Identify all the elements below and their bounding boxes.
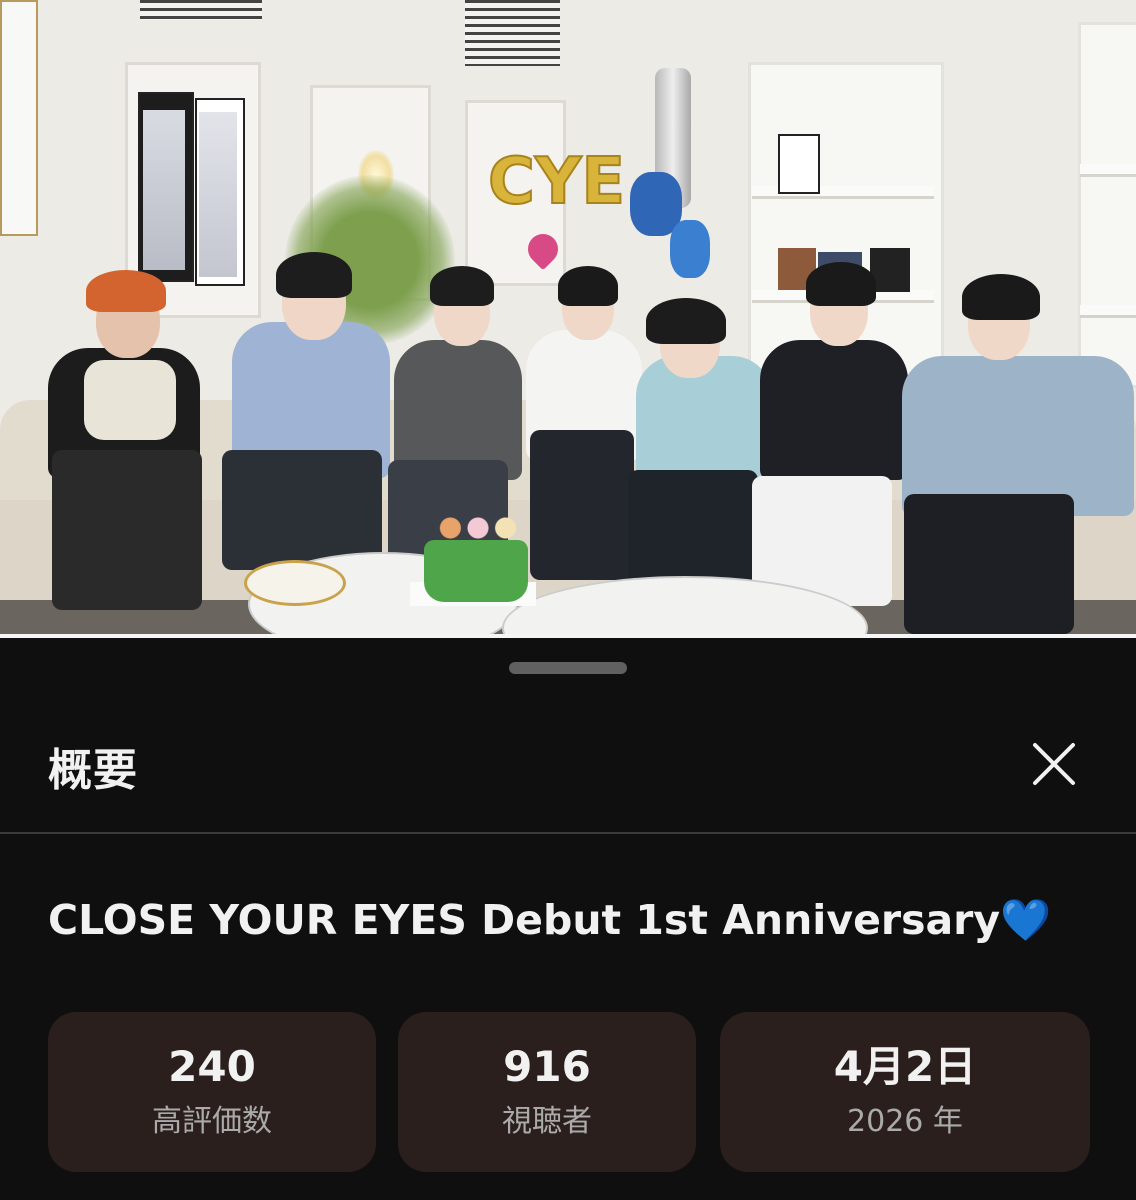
viewers-label: 視聴者: [502, 1104, 592, 1140]
plate: [244, 560, 346, 606]
close-button[interactable]: [1018, 728, 1090, 800]
description-panel: 概要 CLOSE YOUR EYES Debut 1st Anniversary…: [0, 640, 1136, 1200]
viewers-stat: 916 視聴者: [398, 1012, 696, 1172]
likes-count: 240: [168, 1041, 256, 1091]
shelf-unit: [1078, 22, 1136, 388]
photo-strip-image: [143, 110, 185, 270]
date-stat: 4月2日 2026 年: [720, 1012, 1090, 1172]
drag-handle[interactable]: [509, 662, 627, 674]
balloon-letters: CYE: [487, 144, 626, 220]
shelf: [1080, 164, 1136, 177]
shelf: [1080, 305, 1136, 318]
ceiling-vent: [465, 0, 560, 66]
birthday-cake: [424, 540, 528, 602]
video-player[interactable]: CYE: [0, 0, 1136, 636]
blue-heart-emoji: 💙: [1000, 896, 1052, 944]
cake-topper: [432, 508, 524, 548]
video-title-text: CLOSE YOUR EYES Debut 1st Anniversary: [48, 896, 1001, 944]
wall-art: [0, 0, 38, 236]
year-label: 2026 年: [847, 1104, 963, 1140]
ceiling-vent: [140, 0, 262, 20]
close-icon: [1033, 743, 1075, 785]
date-value: 4月2日: [833, 1041, 977, 1091]
framed-photo: [778, 134, 820, 194]
shelf-item: [870, 248, 910, 292]
likes-label: 高評価数: [152, 1104, 272, 1140]
panel-heading: 概要: [48, 745, 138, 796]
photo-strip-image: [199, 112, 237, 277]
video-title: CLOSE YOUR EYES Debut 1st Anniversary💙: [48, 896, 1108, 945]
blue-balloon: [670, 220, 710, 278]
viewers-count: 916: [503, 1041, 591, 1091]
likes-stat: 240 高評価数: [48, 1012, 376, 1172]
video-bottom-edge: [0, 634, 1136, 638]
divider: [0, 832, 1136, 834]
